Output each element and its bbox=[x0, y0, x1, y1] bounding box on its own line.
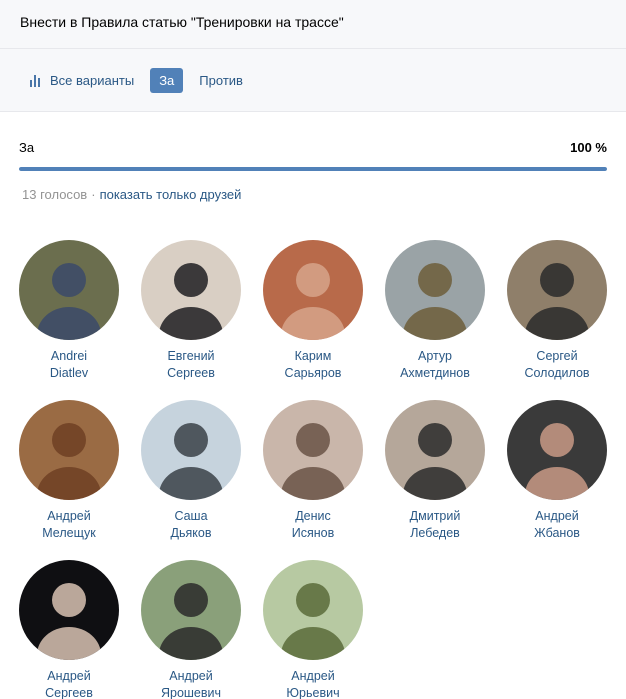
voter-first-name: Андрей bbox=[291, 669, 335, 683]
avatar[interactable] bbox=[19, 240, 119, 340]
voter-name[interactable]: Андрей Сергеев bbox=[19, 668, 119, 699]
voter-last-name: Сарьяров bbox=[284, 366, 342, 380]
tab-for[interactable]: За bbox=[150, 67, 184, 93]
voter-last-name: Жбанов bbox=[534, 526, 580, 540]
result-progress-track bbox=[19, 167, 607, 171]
avatar[interactable] bbox=[19, 560, 119, 660]
voter-last-name: Солодилов bbox=[524, 366, 590, 380]
voter-last-name: Исянов bbox=[291, 526, 335, 540]
bar-chart-icon bbox=[30, 73, 44, 87]
voter-item[interactable]: Евгений Сергеев bbox=[141, 240, 241, 382]
poll-header: Внести в Правила статью "Тренировки на т… bbox=[0, 0, 626, 49]
voter-name[interactable]: Андрей Ярошевич bbox=[141, 668, 241, 699]
voter-first-name: Андрей bbox=[535, 509, 579, 523]
tab-all-options-label: Все варианты bbox=[50, 72, 135, 88]
voter-first-name: Карим bbox=[294, 349, 332, 363]
avatar[interactable] bbox=[141, 400, 241, 500]
tab-against-label: Против bbox=[199, 72, 243, 88]
tab-all-options[interactable]: Все варианты bbox=[30, 73, 134, 88]
avatar[interactable] bbox=[507, 400, 607, 500]
voter-item[interactable]: Андрей Жбанов bbox=[507, 400, 607, 542]
voter-name[interactable]: Andrei Diatlev bbox=[19, 348, 119, 382]
tab-against[interactable]: Против bbox=[199, 73, 243, 88]
voter-item[interactable]: Денис Исянов bbox=[263, 400, 363, 542]
voter-name[interactable]: Карим Сарьяров bbox=[263, 348, 363, 382]
result-progress-fill bbox=[19, 167, 607, 171]
voter-item[interactable]: Андрей Ярошевич bbox=[141, 560, 241, 699]
voter-last-name: Diatlev bbox=[49, 366, 89, 380]
meta-separator: · bbox=[91, 187, 96, 202]
voter-name[interactable]: Сергей Солодилов bbox=[507, 348, 607, 382]
voter-name[interactable]: Евгений Сергеев bbox=[141, 348, 241, 382]
voter-name[interactable]: Денис Исянов bbox=[263, 508, 363, 542]
avatar[interactable] bbox=[141, 560, 241, 660]
avatar[interactable] bbox=[263, 560, 363, 660]
voter-item[interactable]: Саша Дьяков bbox=[141, 400, 241, 542]
avatar[interactable] bbox=[263, 240, 363, 340]
voter-item[interactable]: Андрей Мелещук bbox=[19, 400, 119, 542]
votes-count: 13 голосов bbox=[22, 187, 88, 202]
poll-title: Внести в Правила статью "Тренировки на т… bbox=[20, 14, 344, 30]
voter-first-name: Евгений bbox=[167, 349, 215, 363]
voter-last-name: Сергеев bbox=[167, 366, 215, 380]
voter-first-name: Андрей bbox=[169, 669, 213, 683]
poll-tabs: Все варианты За Против bbox=[0, 49, 626, 112]
voter-item[interactable]: Андрей Сергеев bbox=[19, 560, 119, 699]
tab-for-label: За bbox=[159, 72, 175, 88]
avatar[interactable] bbox=[19, 400, 119, 500]
voter-first-name: Сергей bbox=[536, 349, 578, 363]
voter-last-name: Дьяков bbox=[170, 526, 212, 540]
voter-name[interactable]: Дмитрий Лебедев bbox=[385, 508, 485, 542]
avatar[interactable] bbox=[263, 400, 363, 500]
voter-name[interactable]: Саша Дьяков bbox=[141, 508, 241, 542]
voter-first-name: Денис bbox=[295, 509, 331, 523]
voter-item[interactable]: Дмитрий Лебедев bbox=[385, 400, 485, 542]
voter-name[interactable]: Андрей Юрьевич bbox=[263, 668, 363, 699]
result-row: За 100 % bbox=[19, 140, 607, 155]
avatar[interactable] bbox=[141, 240, 241, 340]
voters-grid: Andrei Diatlev Евгений Сергеев Карим Сарьяров… bbox=[0, 202, 626, 699]
voter-item[interactable]: Артур Ахметдинов bbox=[385, 240, 485, 382]
voter-item[interactable]: Andrei Diatlev bbox=[19, 240, 119, 382]
votes-meta: 13 голосов · показать только друзей bbox=[0, 187, 626, 202]
voter-name[interactable]: Артур Ахметдинов bbox=[385, 348, 485, 382]
voter-first-name: Артур bbox=[418, 349, 452, 363]
voter-first-name: Andrei bbox=[50, 349, 88, 363]
voter-last-name: Ахметдинов bbox=[400, 366, 470, 380]
result-block: За 100 % bbox=[0, 112, 626, 171]
voter-first-name: Саша bbox=[174, 509, 208, 523]
voter-name[interactable]: Андрей Мелещук bbox=[19, 508, 119, 542]
voter-first-name: Андрей bbox=[47, 509, 91, 523]
result-option-label: За bbox=[19, 140, 35, 155]
voter-name[interactable]: Андрей Жбанов bbox=[507, 508, 607, 542]
voter-last-name: Ярошевич bbox=[160, 686, 222, 699]
voter-last-name: Мелещук bbox=[42, 526, 96, 540]
voter-item[interactable]: Андрей Юрьевич bbox=[263, 560, 363, 699]
voter-item[interactable]: Сергей Солодилов bbox=[507, 240, 607, 382]
avatar[interactable] bbox=[385, 400, 485, 500]
voter-last-name: Юрьевич bbox=[286, 686, 340, 699]
voter-first-name: Андрей bbox=[47, 669, 91, 683]
result-percent: 100 % bbox=[570, 140, 607, 155]
voter-item[interactable]: Карим Сарьяров bbox=[263, 240, 363, 382]
voter-last-name: Сергеев bbox=[45, 686, 93, 699]
voter-first-name: Дмитрий bbox=[409, 509, 461, 523]
avatar[interactable] bbox=[385, 240, 485, 340]
avatar[interactable] bbox=[507, 240, 607, 340]
voter-last-name: Лебедев bbox=[410, 526, 460, 540]
show-friends-link[interactable]: показать только друзей bbox=[100, 187, 242, 202]
